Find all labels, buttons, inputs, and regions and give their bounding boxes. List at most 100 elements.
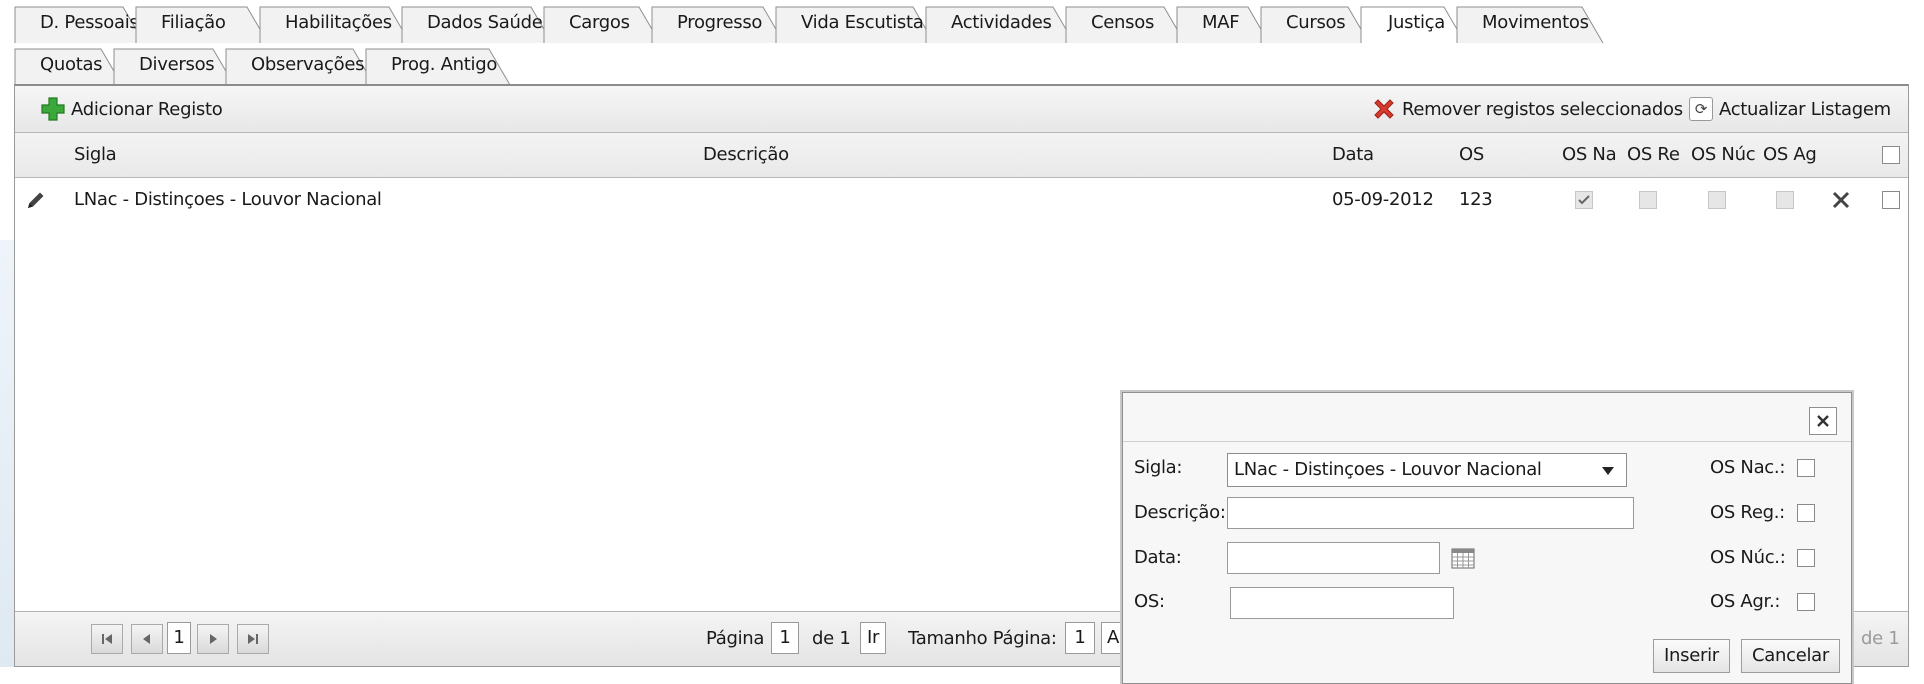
tab-habilitacoes[interactable]: Habilitações <box>259 6 411 44</box>
dialog-close-button[interactable] <box>1809 407 1837 435</box>
tab-censos[interactable]: Censos <box>1065 6 1186 44</box>
tab-vida-escutista[interactable]: Vida Escutista <box>775 6 935 44</box>
cell-data: 05-09-2012 <box>1332 189 1434 210</box>
prev-page-button[interactable] <box>131 624 163 654</box>
os-nac-dialog-checkbox[interactable] <box>1797 459 1815 477</box>
remove-selected-label: Remover registos seleccionados <box>1402 98 1683 120</box>
data-label: Data: <box>1134 547 1182 568</box>
tab-label: Progresso <box>677 12 763 33</box>
tab-maf[interactable]: MAF <box>1176 6 1270 44</box>
page-size-input[interactable]: 1 <box>1065 622 1095 654</box>
cancel-button[interactable]: Cancelar <box>1741 639 1841 673</box>
tab-justica[interactable]: Justiça <box>1360 6 1466 44</box>
refresh-icon: ⟳ <box>1689 97 1713 121</box>
column-header-row: Sigla Descrição Data OS OS Na OS Re OS N… <box>15 133 1908 178</box>
select-all-checkbox[interactable] <box>1882 146 1900 164</box>
refresh-list-button[interactable]: ⟳ Actualizar Listagem <box>1689 86 1891 132</box>
tab-label: Vida Escutista <box>801 12 924 33</box>
os-reg-dialog-checkbox[interactable] <box>1797 504 1815 522</box>
first-page-button[interactable] <box>91 624 123 654</box>
dialog-header <box>1123 393 1851 442</box>
col-header-os-reg[interactable]: OS Re <box>1627 133 1685 177</box>
insert-record-dialog: Sigla: LNac - Distinçoes - Louvor Nacion… <box>1122 392 1852 684</box>
tab-movimentos[interactable]: Movimentos <box>1456 6 1604 44</box>
tab-label: Cargos <box>569 12 630 33</box>
os-nuc-checkbox <box>1708 191 1726 209</box>
tab-dados-saude[interactable]: Dados Saúde <box>401 6 553 44</box>
os-agr-label: OS Agr.: <box>1710 591 1781 612</box>
page-size-label: Tamanho Página: <box>908 628 1057 649</box>
last-page-button[interactable] <box>237 624 269 654</box>
col-header-os[interactable]: OS <box>1459 133 1484 177</box>
add-record-button[interactable]: Adicionar Registo <box>41 86 223 132</box>
sigla-label: Sigla: <box>1134 457 1183 478</box>
calendar-icon[interactable] <box>1451 547 1475 569</box>
tab-label: Movimentos <box>1482 12 1589 33</box>
tab-label: Observações <box>251 54 365 75</box>
tab-filiacao[interactable]: Filiação <box>135 6 269 44</box>
pencil-edit-icon[interactable] <box>25 189 47 211</box>
record-count-text: de 1 <box>1861 628 1900 649</box>
os-input[interactable] <box>1230 587 1454 619</box>
left-decoration <box>0 240 14 667</box>
tab-label: Cursos <box>1286 12 1346 33</box>
tab-diversos[interactable]: Diversos <box>113 48 235 86</box>
tab-d-pessoais[interactable]: D. Pessoais <box>14 6 145 44</box>
page-number-input[interactable]: 1 <box>771 622 799 654</box>
page-count-text: de 1 <box>812 628 851 649</box>
sigla-select[interactable]: LNac - Distinçoes - Louvor Nacional <box>1227 453 1627 487</box>
last-page-icon <box>248 634 258 644</box>
os-reg-label: OS Reg.: <box>1710 502 1785 523</box>
tab-label: Censos <box>1091 12 1155 33</box>
add-record-label: Adicionar Registo <box>71 98 223 120</box>
tab-bar-row-1: D. Pessoais Filiação Habilitações Dados Saú… <box>14 6 1604 45</box>
col-header-sigla[interactable]: Sigla <box>74 133 116 177</box>
os-reg-checkbox <box>1639 191 1657 209</box>
tab-progresso[interactable]: Progresso <box>651 6 785 44</box>
insert-button[interactable]: Inserir <box>1653 639 1730 673</box>
tab-label: Quotas <box>40 54 103 75</box>
os-nac-checkbox <box>1575 191 1593 209</box>
current-page-input[interactable]: 1 <box>167 622 191 654</box>
tab-cursos[interactable]: Cursos <box>1260 6 1370 44</box>
checkmark-icon <box>1578 195 1590 205</box>
data-input[interactable] <box>1227 542 1440 574</box>
os-agr-checkbox <box>1776 191 1794 209</box>
prev-page-icon <box>143 634 150 644</box>
tab-label: Habilitações <box>285 12 392 33</box>
tab-observacoes[interactable]: Observações <box>225 48 375 86</box>
go-page-button[interactable]: Ir <box>860 622 886 654</box>
tab-cargos[interactable]: Cargos <box>543 6 661 44</box>
remove-selected-button[interactable]: Remover registos seleccionados <box>1372 86 1683 132</box>
grid-toolbar: Adicionar Registo Remover registos selec… <box>15 86 1908 133</box>
next-page-icon <box>210 634 217 644</box>
col-header-os-agr[interactable]: OS Ag <box>1763 133 1819 177</box>
col-header-os-nuc[interactable]: OS Núc <box>1691 133 1755 177</box>
descricao-label: Descrição: <box>1134 502 1226 523</box>
os-nac-label: OS Nac.: <box>1710 457 1786 478</box>
tab-label: Filiação <box>161 12 226 33</box>
tab-label: MAF <box>1202 12 1240 33</box>
os-nuc-dialog-checkbox[interactable] <box>1797 549 1815 567</box>
chevron-down-icon <box>1602 467 1614 475</box>
tab-label: Diversos <box>139 54 215 75</box>
tab-bar-row-2: Quotas Diversos Observações Prog. Antigo <box>14 48 511 87</box>
red-x-icon <box>1374 99 1394 119</box>
descricao-input[interactable] <box>1227 497 1634 529</box>
tab-label: D. Pessoais <box>40 12 139 33</box>
col-header-os-nac[interactable]: OS Na <box>1562 133 1620 177</box>
os-agr-dialog-checkbox[interactable] <box>1797 593 1815 611</box>
pagina-label: Página <box>706 628 765 649</box>
col-header-data[interactable]: Data <box>1332 133 1374 177</box>
tab-actividades[interactable]: Actividades <box>925 6 1075 44</box>
delete-row-icon[interactable] <box>1831 190 1851 210</box>
col-header-descricao[interactable]: Descrição <box>703 133 789 177</box>
refresh-list-label: Actualizar Listagem <box>1719 98 1891 120</box>
tab-prog-antigo[interactable]: Prog. Antigo <box>365 48 511 86</box>
close-icon <box>1817 415 1829 427</box>
tab-label: Actividades <box>951 12 1052 33</box>
tab-quotas[interactable]: Quotas <box>14 48 123 86</box>
row-select-checkbox[interactable] <box>1882 191 1900 209</box>
cell-os: 123 <box>1459 189 1493 210</box>
next-page-button[interactable] <box>197 624 229 654</box>
